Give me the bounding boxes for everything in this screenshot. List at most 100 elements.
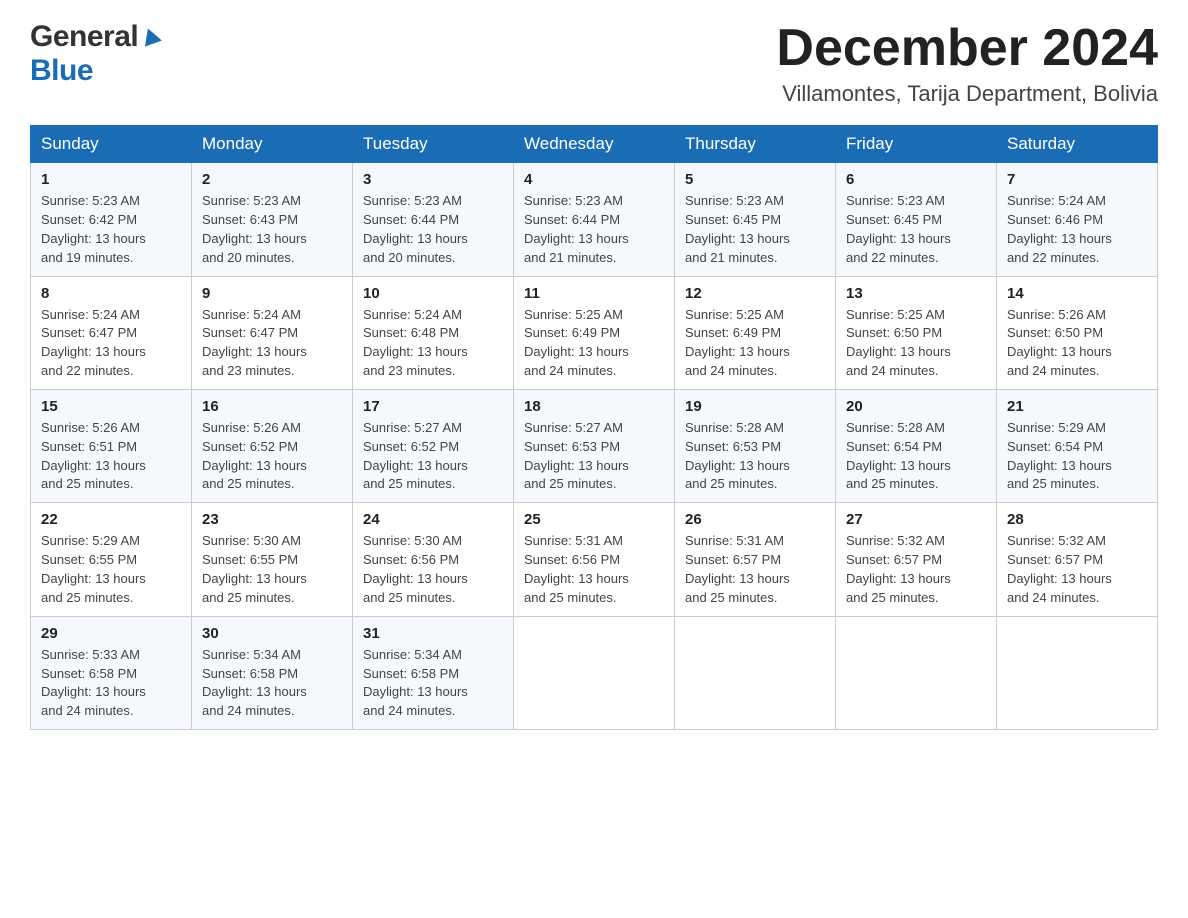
- day-number: 1: [41, 171, 181, 188]
- calendar-day-cell: [997, 616, 1158, 729]
- calendar-day-cell: 21 Sunrise: 5:29 AMSunset: 6:54 PMDaylig…: [997, 389, 1158, 502]
- calendar-day-cell: 28 Sunrise: 5:32 AMSunset: 6:57 PMDaylig…: [997, 503, 1158, 616]
- calendar-day-cell: 4 Sunrise: 5:23 AMSunset: 6:44 PMDayligh…: [514, 163, 675, 276]
- day-number: 3: [363, 171, 503, 188]
- calendar-day-cell: 9 Sunrise: 5:24 AMSunset: 6:47 PMDayligh…: [192, 276, 353, 389]
- header-tuesday: Tuesday: [353, 126, 514, 163]
- day-number: 14: [1007, 285, 1147, 302]
- day-info: Sunrise: 5:33 AMSunset: 6:58 PMDaylight:…: [41, 646, 181, 721]
- day-info: Sunrise: 5:27 AMSunset: 6:53 PMDaylight:…: [524, 419, 664, 494]
- calendar-day-cell: 2 Sunrise: 5:23 AMSunset: 6:43 PMDayligh…: [192, 163, 353, 276]
- day-info: Sunrise: 5:23 AMSunset: 6:44 PMDaylight:…: [524, 192, 664, 267]
- day-info: Sunrise: 5:23 AMSunset: 6:43 PMDaylight:…: [202, 192, 342, 267]
- week-row-3: 15 Sunrise: 5:26 AMSunset: 6:51 PMDaylig…: [31, 389, 1158, 502]
- calendar-day-cell: 8 Sunrise: 5:24 AMSunset: 6:47 PMDayligh…: [31, 276, 192, 389]
- calendar-day-cell: 18 Sunrise: 5:27 AMSunset: 6:53 PMDaylig…: [514, 389, 675, 502]
- day-info: Sunrise: 5:23 AMSunset: 6:45 PMDaylight:…: [685, 192, 825, 267]
- day-number: 19: [685, 398, 825, 415]
- day-info: Sunrise: 5:24 AMSunset: 6:47 PMDaylight:…: [41, 306, 181, 381]
- calendar-day-cell: 1 Sunrise: 5:23 AMSunset: 6:42 PMDayligh…: [31, 163, 192, 276]
- calendar-day-cell: 24 Sunrise: 5:30 AMSunset: 6:56 PMDaylig…: [353, 503, 514, 616]
- day-number: 8: [41, 285, 181, 302]
- day-number: 11: [524, 285, 664, 302]
- day-number: 28: [1007, 511, 1147, 528]
- day-number: 6: [846, 171, 986, 188]
- header-sunday: Sunday: [31, 126, 192, 163]
- calendar-day-cell: 17 Sunrise: 5:27 AMSunset: 6:52 PMDaylig…: [353, 389, 514, 502]
- day-info: Sunrise: 5:25 AMSunset: 6:49 PMDaylight:…: [524, 306, 664, 381]
- calendar-day-cell: 22 Sunrise: 5:29 AMSunset: 6:55 PMDaylig…: [31, 503, 192, 616]
- calendar-day-cell: 26 Sunrise: 5:31 AMSunset: 6:57 PMDaylig…: [675, 503, 836, 616]
- day-info: Sunrise: 5:28 AMSunset: 6:53 PMDaylight:…: [685, 419, 825, 494]
- day-info: Sunrise: 5:25 AMSunset: 6:49 PMDaylight:…: [685, 306, 825, 381]
- day-info: Sunrise: 5:26 AMSunset: 6:52 PMDaylight:…: [202, 419, 342, 494]
- calendar-day-cell: 14 Sunrise: 5:26 AMSunset: 6:50 PMDaylig…: [997, 276, 1158, 389]
- day-info: Sunrise: 5:27 AMSunset: 6:52 PMDaylight:…: [363, 419, 503, 494]
- logo-triangle-icon: [140, 26, 162, 48]
- calendar-day-cell: 30 Sunrise: 5:34 AMSunset: 6:58 PMDaylig…: [192, 616, 353, 729]
- day-number: 15: [41, 398, 181, 415]
- calendar-day-cell: [514, 616, 675, 729]
- day-number: 2: [202, 171, 342, 188]
- header-thursday: Thursday: [675, 126, 836, 163]
- day-info: Sunrise: 5:24 AMSunset: 6:46 PMDaylight:…: [1007, 192, 1147, 267]
- day-number: 12: [685, 285, 825, 302]
- day-number: 20: [846, 398, 986, 415]
- day-info: Sunrise: 5:24 AMSunset: 6:48 PMDaylight:…: [363, 306, 503, 381]
- day-info: Sunrise: 5:23 AMSunset: 6:45 PMDaylight:…: [846, 192, 986, 267]
- header-monday: Monday: [192, 126, 353, 163]
- page-header: General Blue December 2024 Villamontes, …: [30, 20, 1158, 107]
- calendar-day-cell: 5 Sunrise: 5:23 AMSunset: 6:45 PMDayligh…: [675, 163, 836, 276]
- location-title: Villamontes, Tarija Department, Bolivia: [776, 81, 1158, 107]
- day-number: 29: [41, 625, 181, 642]
- day-info: Sunrise: 5:30 AMSunset: 6:56 PMDaylight:…: [363, 532, 503, 607]
- day-number: 24: [363, 511, 503, 528]
- calendar-day-cell: 12 Sunrise: 5:25 AMSunset: 6:49 PMDaylig…: [675, 276, 836, 389]
- calendar-day-cell: 19 Sunrise: 5:28 AMSunset: 6:53 PMDaylig…: [675, 389, 836, 502]
- day-info: Sunrise: 5:30 AMSunset: 6:55 PMDaylight:…: [202, 532, 342, 607]
- day-number: 22: [41, 511, 181, 528]
- day-number: 30: [202, 625, 342, 642]
- day-number: 18: [524, 398, 664, 415]
- day-number: 7: [1007, 171, 1147, 188]
- day-info: Sunrise: 5:24 AMSunset: 6:47 PMDaylight:…: [202, 306, 342, 381]
- calendar-day-cell: 15 Sunrise: 5:26 AMSunset: 6:51 PMDaylig…: [31, 389, 192, 502]
- day-number: 26: [685, 511, 825, 528]
- calendar-day-cell: 6 Sunrise: 5:23 AMSunset: 6:45 PMDayligh…: [836, 163, 997, 276]
- day-info: Sunrise: 5:23 AMSunset: 6:44 PMDaylight:…: [363, 192, 503, 267]
- day-number: 17: [363, 398, 503, 415]
- logo-blue-text: Blue: [30, 54, 93, 87]
- calendar-day-cell: [675, 616, 836, 729]
- week-row-5: 29 Sunrise: 5:33 AMSunset: 6:58 PMDaylig…: [31, 616, 1158, 729]
- day-info: Sunrise: 5:23 AMSunset: 6:42 PMDaylight:…: [41, 192, 181, 267]
- week-row-1: 1 Sunrise: 5:23 AMSunset: 6:42 PMDayligh…: [31, 163, 1158, 276]
- day-number: 21: [1007, 398, 1147, 415]
- day-number: 27: [846, 511, 986, 528]
- calendar-day-cell: 16 Sunrise: 5:26 AMSunset: 6:52 PMDaylig…: [192, 389, 353, 502]
- calendar-day-cell: 7 Sunrise: 5:24 AMSunset: 6:46 PMDayligh…: [997, 163, 1158, 276]
- calendar-day-cell: 29 Sunrise: 5:33 AMSunset: 6:58 PMDaylig…: [31, 616, 192, 729]
- weekday-header-row: Sunday Monday Tuesday Wednesday Thursday…: [31, 126, 1158, 163]
- calendar-day-cell: 31 Sunrise: 5:34 AMSunset: 6:58 PMDaylig…: [353, 616, 514, 729]
- day-number: 23: [202, 511, 342, 528]
- calendar-day-cell: 23 Sunrise: 5:30 AMSunset: 6:55 PMDaylig…: [192, 503, 353, 616]
- day-info: Sunrise: 5:25 AMSunset: 6:50 PMDaylight:…: [846, 306, 986, 381]
- day-info: Sunrise: 5:34 AMSunset: 6:58 PMDaylight:…: [202, 646, 342, 721]
- calendar-day-cell: 3 Sunrise: 5:23 AMSunset: 6:44 PMDayligh…: [353, 163, 514, 276]
- day-number: 31: [363, 625, 503, 642]
- calendar-day-cell: 11 Sunrise: 5:25 AMSunset: 6:49 PMDaylig…: [514, 276, 675, 389]
- month-title: December 2024: [776, 20, 1158, 77]
- day-number: 10: [363, 285, 503, 302]
- day-info: Sunrise: 5:29 AMSunset: 6:55 PMDaylight:…: [41, 532, 181, 607]
- day-info: Sunrise: 5:32 AMSunset: 6:57 PMDaylight:…: [846, 532, 986, 607]
- logo-general-text: General: [30, 20, 138, 54]
- day-info: Sunrise: 5:26 AMSunset: 6:50 PMDaylight:…: [1007, 306, 1147, 381]
- day-number: 16: [202, 398, 342, 415]
- header-right: December 2024 Villamontes, Tarija Depart…: [776, 20, 1158, 107]
- logo: General Blue: [30, 20, 162, 88]
- day-number: 4: [524, 171, 664, 188]
- calendar-day-cell: 27 Sunrise: 5:32 AMSunset: 6:57 PMDaylig…: [836, 503, 997, 616]
- day-info: Sunrise: 5:34 AMSunset: 6:58 PMDaylight:…: [363, 646, 503, 721]
- header-friday: Friday: [836, 126, 997, 163]
- calendar-table: Sunday Monday Tuesday Wednesday Thursday…: [30, 125, 1158, 730]
